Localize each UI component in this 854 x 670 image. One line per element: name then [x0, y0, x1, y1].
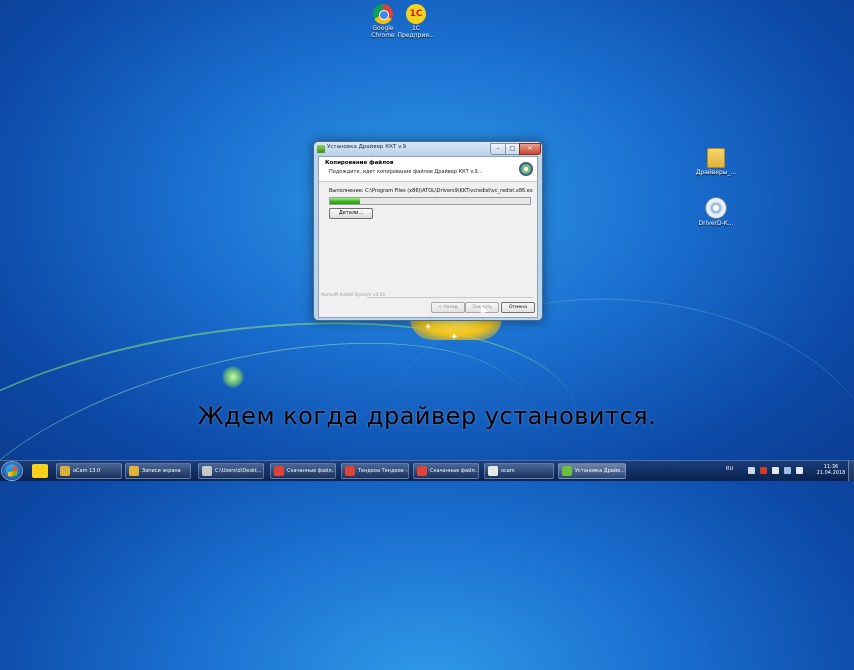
taskbar-pin-1c-icon[interactable]	[32, 464, 48, 478]
language-indicator[interactable]: RU	[726, 466, 733, 472]
taskbar-item-icon	[129, 466, 139, 476]
taskbar-item-icon	[488, 466, 498, 476]
taskbar-item-label: Скачанные файл...	[430, 468, 479, 474]
taskbar-item-ocam[interactable]: oCam 13.0	[56, 463, 122, 479]
taskbar-item-chrome-downloads[interactable]: Скачанные файл...	[270, 463, 336, 479]
video-subtitle: Ждем когда драйвер установится.	[197, 402, 657, 430]
execution-status-text: Выполнение: C:\Program Files (x86)\ATOL\…	[329, 188, 533, 194]
taskbar-item-icon	[202, 466, 212, 476]
footer-divider	[367, 297, 533, 298]
taskbar-item-icon	[562, 466, 572, 476]
taskbar-item-label: Записи экрана	[142, 468, 181, 474]
install-progress-bar	[329, 197, 531, 205]
chrome-icon	[373, 4, 393, 24]
start-button[interactable]	[1, 461, 23, 481]
taskbar-item-label: C:\Users\d\Deskt...	[215, 468, 262, 474]
progress-fill	[330, 198, 360, 204]
sparkle-icon: ✦	[424, 322, 433, 333]
taskbar-item-recordings[interactable]: Записи экрана	[125, 463, 191, 479]
installer-window: Установка Драйвер ККТ v.9 – □ ✕ Копирова…	[313, 141, 543, 321]
desktop-icon-label: 1С Предприя...	[397, 25, 435, 39]
tray-flag-icon[interactable]	[772, 467, 779, 474]
system-tray: RU 11:36 21.04.2018	[722, 461, 854, 481]
desktop-icon-label: Драйверы_...	[695, 169, 737, 176]
close-window-button[interactable]: ✕	[519, 143, 541, 155]
1c-icon: 1С	[406, 4, 426, 24]
taskbar-item-installer[interactable]: Установка Драйв...	[558, 463, 626, 479]
window-titlebar[interactable]: Установка Драйвер ККТ v.9 – □ ✕	[314, 142, 542, 156]
windows-logo-icon	[8, 466, 17, 477]
taskbar-item-label: Установка Драйв...	[575, 468, 625, 474]
taskbar-item-chrome-downloads-2[interactable]: Скачанные файл...	[413, 463, 479, 479]
header-title: Копирование файлов	[325, 160, 394, 166]
taskbar-item-label: Тендеоа Тендеоа -...	[358, 468, 409, 474]
clock[interactable]: 11:36 21.04.2018	[816, 464, 846, 476]
tray-expand-icon[interactable]	[748, 467, 755, 474]
taskbar-item-chrome-tender[interactable]: Тендеоа Тендеоа -...	[341, 463, 409, 479]
taskbar-item-icon	[345, 466, 355, 476]
wallpaper-glow	[222, 366, 244, 388]
header-subtitle: Подождите, идет копирование файлов Драйв…	[329, 169, 483, 175]
desktop-icon-label: DriverD-K...	[698, 220, 734, 227]
folder-icon	[707, 148, 725, 168]
wallpaper-flower: ✦ ✦	[410, 318, 502, 343]
taskbar-item-icon	[417, 466, 427, 476]
taskbar: oCam 13.0 Записи экрана C:\Users\d\Deskt…	[0, 460, 854, 481]
details-button[interactable]: Детали...	[329, 208, 373, 219]
taskbar-item-ocam-window[interactable]: ocam	[484, 463, 554, 479]
disc-icon	[705, 197, 727, 219]
cancel-button[interactable]: Отмена	[501, 302, 535, 313]
window-title: Установка Драйвер ККТ v.9	[327, 144, 407, 150]
taskbar-item-icon	[274, 466, 284, 476]
taskbar-item-label: Скачанные файл...	[287, 468, 336, 474]
installer-header: Копирование файлов Подождите, идет копир…	[319, 157, 537, 182]
clock-date: 21.04.2018	[816, 470, 846, 476]
tray-antivirus-icon[interactable]	[760, 467, 767, 474]
taskbar-item-icon	[60, 466, 70, 476]
desktop-icon-driverd[interactable]: DriverD-K...	[694, 197, 738, 227]
desktop-icon-drivers-folder[interactable]: Драйверы_...	[694, 148, 738, 176]
taskbar-item-label: oCam 13.0	[73, 468, 101, 474]
tray-network-icon[interactable]	[784, 467, 791, 474]
tray-volume-icon[interactable]	[796, 467, 803, 474]
maximize-button[interactable]: □	[505, 143, 520, 155]
show-desktop-button[interactable]	[848, 461, 854, 481]
taskbar-item-label: ocam	[501, 468, 515, 474]
installer-logo-icon	[519, 162, 533, 176]
sparkle-icon: ✦	[450, 332, 459, 343]
installer-app-icon	[317, 145, 325, 153]
desktop-icon-1c[interactable]: 1С 1С Предприя...	[394, 4, 438, 39]
minimize-button[interactable]: –	[490, 143, 506, 155]
taskbar-item-explorer[interactable]: C:\Users\d\Deskt...	[198, 463, 264, 479]
installer-client-area: Копирование файлов Подождите, идет копир…	[318, 156, 538, 318]
back-button[interactable]: < Назад	[431, 302, 465, 313]
